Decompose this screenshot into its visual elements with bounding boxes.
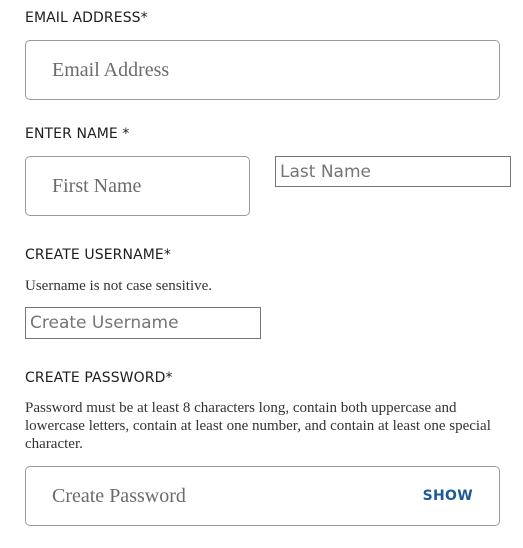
first-name-field-container — [25, 156, 250, 216]
email-label: EMAIL ADDRESS* — [25, 10, 148, 26]
name-label: ENTER NAME * — [25, 126, 130, 142]
last-name-field[interactable] — [276, 157, 510, 186]
email-field[interactable] — [26, 41, 499, 99]
username-hint: Username is not case sensitive. — [25, 278, 213, 294]
username-field[interactable] — [26, 308, 260, 338]
username-label: CREATE USERNAME* — [25, 247, 171, 263]
email-field-container — [25, 40, 500, 100]
first-name-field[interactable] — [26, 157, 249, 215]
last-name-field-container — [275, 156, 511, 187]
password-label: CREATE PASSWORD* — [25, 370, 173, 386]
password-field-container: SHOW — [25, 466, 500, 526]
password-hint: Password must be at least 8 characters l… — [25, 400, 491, 452]
show-password-button[interactable]: SHOW — [423, 488, 473, 504]
username-field-container — [25, 307, 261, 339]
